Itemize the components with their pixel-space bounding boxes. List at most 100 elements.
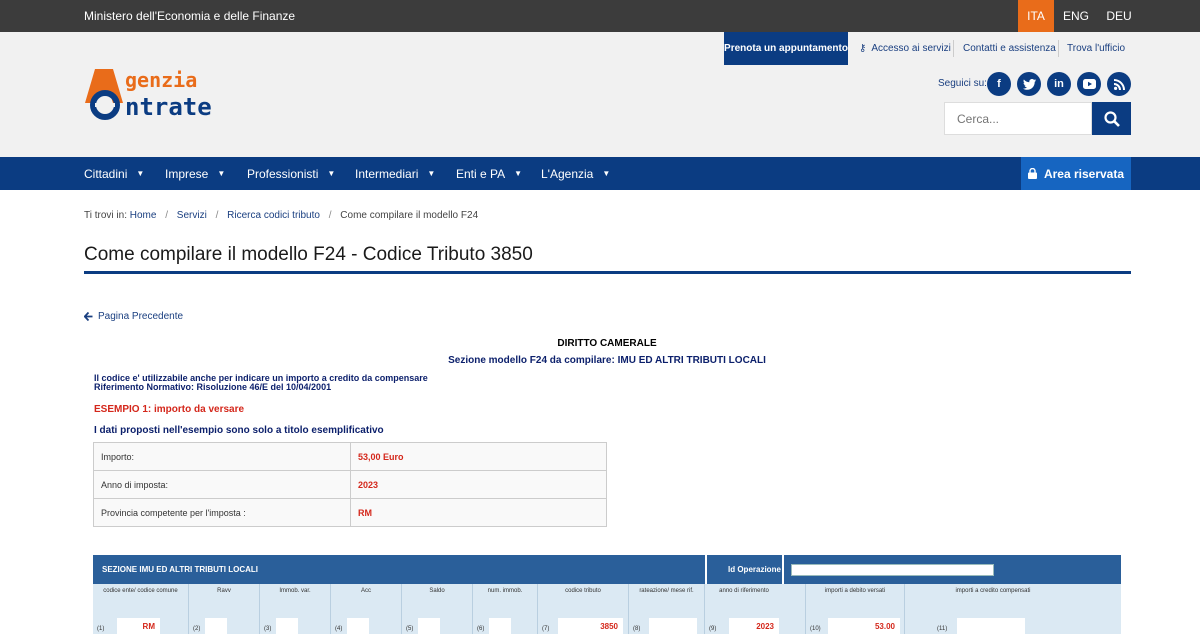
f24-col-immob-var: Immob. var. (3) <box>260 584 330 634</box>
main-nav: Cittadini ▼ Imprese ▼ Professionisti ▼ Inte… <box>0 157 1200 190</box>
col-value: 3850 <box>558 618 623 634</box>
logo-line1: genzia <box>125 68 197 92</box>
col-value <box>649 618 697 634</box>
nav-item-professionisti[interactable]: Professionisti ▼ <box>247 157 335 190</box>
row-label: Anno di imposta: <box>93 470 351 499</box>
f24-col-anno: anno di riferimento (9) 2023 <box>705 584 783 634</box>
example-table: Importo: 53,00 Euro Anno di imposta: 202… <box>93 442 607 527</box>
site-header: Prenota un appuntamento ⚷ Accesso ai ser… <box>0 32 1200 157</box>
table-row: Importo: 53,00 Euro <box>93 442 607 471</box>
nav-label: Enti e PA <box>456 166 506 181</box>
col-label: importi a debito versati <box>824 588 886 594</box>
follow-us-label: Seguici su: <box>938 78 987 89</box>
lang-eng[interactable]: ENG <box>1058 0 1094 32</box>
col-value: 2023 <box>729 618 779 634</box>
rss-icon[interactable] <box>1107 72 1131 96</box>
f24-col-ravv: Ravv (2) <box>189 584 259 634</box>
f24-col-credito: importi a credito compensati (11) <box>933 584 1053 634</box>
f24-col-rateazione: rateazione/ mese rif. (8) <box>629 584 704 634</box>
col-value <box>489 618 511 634</box>
col-label: num. immob. <box>487 588 523 594</box>
key-icon: ⚷ <box>859 43 867 54</box>
operation-id-label: Id Operazione <box>728 565 781 574</box>
contacts-link[interactable]: Contatti e assistenza <box>963 32 1056 65</box>
col-num: (10) <box>810 626 821 632</box>
table-row: Provincia competente per l'imposta : RM <box>93 498 607 527</box>
find-office-link[interactable]: Trova l'ufficio <box>1067 32 1125 65</box>
back-link[interactable]: Pagina Precedente <box>84 311 183 322</box>
breadcrumb-ricerca[interactable]: Ricerca codici tributo <box>227 210 320 221</box>
col-label: codice ente/ codice comune <box>103 588 178 594</box>
services-access-link[interactable]: ⚷ Accesso ai servizi <box>859 32 951 65</box>
col-num: (2) <box>193 626 201 632</box>
lang-ita[interactable]: ITA <box>1018 0 1054 32</box>
col-value <box>276 618 298 634</box>
nav-item-cittadini[interactable]: Cittadini ▼ <box>84 157 144 190</box>
nav-item-intermediari[interactable]: Intermediari ▼ <box>355 157 435 190</box>
breadcrumb-prefix: Ti trovi in: <box>84 210 127 221</box>
breadcrumb-servizi[interactable]: Servizi <box>177 210 207 221</box>
col-num: (11) <box>937 626 948 632</box>
col-num: (1) <box>97 626 105 632</box>
back-link-label: Pagina Precedente <box>98 311 184 322</box>
agenzia-entrate-logo[interactable]: genzia ntrate <box>83 65 263 121</box>
linkedin-icon[interactable]: in <box>1047 72 1071 96</box>
operation-id-field <box>791 564 994 576</box>
nav-label: Professionisti <box>247 166 319 181</box>
logo-line2: ntrate <box>125 93 212 121</box>
top-bar: Ministero dell'Economia e delle Finanze … <box>0 0 1200 32</box>
arrow-left-icon <box>84 312 93 321</box>
col-value <box>347 618 369 634</box>
table-row: Anno di imposta: 2023 <box>93 470 607 499</box>
nav-label: Cittadini <box>84 166 128 181</box>
book-appointment-button[interactable]: Prenota un appuntamento <box>724 32 848 65</box>
col-value <box>205 618 227 634</box>
example-title: ESEMPIO 1: importo da versare <box>94 404 245 415</box>
col-value <box>957 618 1025 634</box>
nav-item-agenzia[interactable]: L'Agenzia ▼ <box>541 157 610 190</box>
row-value: 53,00 Euro <box>350 442 607 471</box>
breadcrumb-home[interactable]: Home <box>130 210 157 221</box>
ministry-label[interactable]: Ministero dell'Economia e delle Finanze <box>84 9 295 23</box>
col-num: (3) <box>264 626 272 632</box>
col-label: anno di riferimento <box>719 588 769 594</box>
col-label: Acc <box>360 588 371 594</box>
nav-item-enti-pa[interactable]: Enti e PA ▼ <box>456 157 522 190</box>
youtube-icon[interactable] <box>1077 72 1101 96</box>
twitter-icon[interactable] <box>1017 72 1041 96</box>
document-heading: DIRITTO CAMERALE <box>557 338 657 349</box>
f24-col-saldo: Saldo (5) <box>402 584 472 634</box>
f24-col-debito: importi a debito versati (10) 53.00 <box>806 584 904 634</box>
caret-down-icon: ▼ <box>136 169 145 178</box>
caret-down-icon: ▼ <box>327 169 336 178</box>
col-label: rateazione/ mese rif. <box>639 588 694 594</box>
reserved-area-button[interactable]: Area riservata <box>1021 157 1131 190</box>
col-num: (8) <box>633 626 641 632</box>
facebook-icon[interactable]: f <box>987 72 1011 96</box>
col-value <box>418 618 440 634</box>
row-value: 2023 <box>350 470 607 499</box>
caret-down-icon: ▼ <box>217 169 226 178</box>
divider <box>1058 40 1059 57</box>
col-value: 53.00 <box>828 618 900 634</box>
nav-item-imprese[interactable]: Imprese ▼ <box>165 157 225 190</box>
lock-icon <box>1027 168 1037 179</box>
f24-col-ente: codice ente/ codice comune (1) RM <box>93 584 188 634</box>
col-num: (9) <box>709 626 717 632</box>
f24-col-num-immob: num. immob. (6) <box>473 584 537 634</box>
breadcrumb-current: Come compilare il modello F24 <box>340 210 479 221</box>
document-subheading: Sezione modello F24 da compilare: IMU ED… <box>448 355 766 366</box>
f24-header: SEZIONE IMU ED ALTRI TRIBUTI LOCALI Id O… <box>93 555 1121 584</box>
search-input[interactable] <box>944 102 1092 135</box>
row-value: RM <box>350 498 607 527</box>
col-num: (5) <box>406 626 414 632</box>
col-num: (7) <box>542 626 550 632</box>
lang-deu[interactable]: DEU <box>1101 0 1137 32</box>
search-button[interactable] <box>1092 102 1131 135</box>
col-value: RM <box>117 618 160 634</box>
services-access-label: Accesso ai servizi <box>871 43 951 54</box>
col-label: codice tributo <box>565 588 601 594</box>
nav-label: L'Agenzia <box>541 166 594 181</box>
page-title: Come compilare il modello F24 - Codice T… <box>84 244 533 265</box>
f24-section-title: SEZIONE IMU ED ALTRI TRIBUTI LOCALI <box>102 565 258 574</box>
